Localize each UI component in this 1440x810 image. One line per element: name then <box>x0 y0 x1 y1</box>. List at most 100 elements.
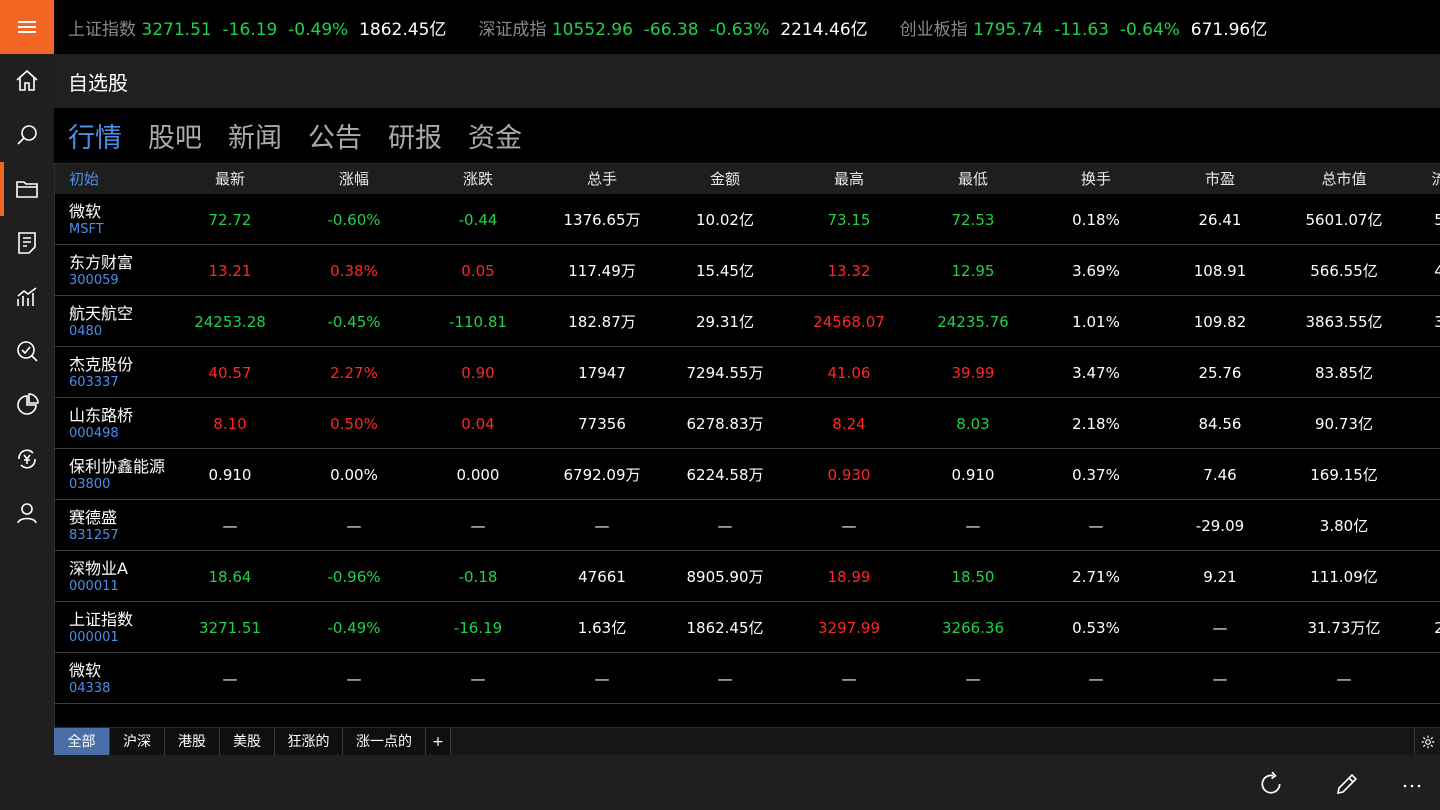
home-icon <box>16 69 38 91</box>
table-header: 初始 最新涨幅涨跌总手金额最高最低换手市盈总市值流 <box>55 164 1440 194</box>
cell-5: 13.32 <box>827 262 871 280</box>
ticker-cyb[interactable]: 创业板指 1795.74 -11.63 -0.64% 671.96亿 <box>900 15 1268 40</box>
group-tab[interactable]: 港股 <box>165 728 220 756</box>
tab-announcements[interactable]: 公告 <box>308 116 362 155</box>
content-tabs: 行情 股吧 新闻 公告 研报 资金 <box>54 108 1440 162</box>
table-row[interactable]: 山东路桥 000498 8.10 0.50% 0.04 77356 6278.83万 8.24… <box>55 399 1440 449</box>
cell-7: 1.01% <box>1072 313 1120 331</box>
table-row[interactable]: 微软 04338 — — — — — — — — — — <box>55 654 1440 704</box>
account-button[interactable] <box>0 486 54 540</box>
watchlist-button[interactable] <box>0 162 54 216</box>
market-button[interactable] <box>0 270 54 324</box>
group-tab[interactable]: 涨一点的 <box>343 728 426 756</box>
pencil-icon <box>1336 773 1358 795</box>
group-tab[interactable]: 全部 <box>54 728 110 756</box>
column-header-sort[interactable]: 初始 <box>69 164 99 194</box>
stock-name: 深物业A <box>69 559 128 578</box>
table-row[interactable]: 微软 MSFT 72.72 -0.60% -0.44 1376.65万 10.02亿 73.1… <box>55 195 1440 245</box>
portfolio-button[interactable] <box>0 378 54 432</box>
cell-10 <box>1384 348 1440 398</box>
tab-research[interactable]: 研报 <box>388 116 442 155</box>
group-tab[interactable]: 沪深 <box>110 728 165 756</box>
cell-3: 6792.09万 <box>563 466 641 484</box>
stock-code: 000498 <box>69 426 119 441</box>
stock-name-cell: 东方财富 300059 <box>69 253 133 289</box>
column-header[interactable]: 涨跌 <box>423 164 533 194</box>
cell-5: 3297.99 <box>817 619 881 637</box>
stock-name: 山东路桥 <box>69 406 134 425</box>
refresh-button[interactable] <box>1251 764 1291 804</box>
column-header[interactable]: 金额 <box>670 164 780 194</box>
hamburger-menu-button[interactable] <box>0 0 54 54</box>
column-header[interactable]: 总手 <box>547 164 657 194</box>
cell-3: 117.49万 <box>568 262 636 280</box>
cell-0: — <box>222 670 238 688</box>
table-row[interactable]: 赛德盛 831257 — — — — — — — — -29.09 3.80亿 <box>55 501 1440 551</box>
stock-name-cell: 深物业A 000011 <box>69 559 128 595</box>
index-ticker: 上证指数 3271.51 -16.19 -0.49% 1862.45亿 深证成指… <box>54 0 1440 54</box>
column-header[interactable]: 最新 <box>175 164 285 194</box>
cell-4: 1862.45亿 <box>686 619 764 637</box>
column-header[interactable]: 总市值 <box>1289 164 1399 194</box>
cell-5: 0.930 <box>827 466 871 484</box>
column-header[interactable]: 最低 <box>918 164 1028 194</box>
group-settings-button[interactable] <box>1414 728 1440 756</box>
cell-2: — <box>470 670 486 688</box>
stock-name-cell: 山东路桥 000498 <box>69 406 133 442</box>
tab-capital[interactable]: 资金 <box>468 116 522 155</box>
search-button[interactable] <box>0 108 54 162</box>
document-icon <box>18 232 36 254</box>
column-header[interactable]: 流 <box>1384 164 1440 194</box>
cell-8: 84.56 <box>1198 415 1242 433</box>
table-row[interactable]: 杰克股份 603337 40.57 2.27% 0.90 17947 7294.55万 41.… <box>55 348 1440 398</box>
cell-5: — <box>841 517 857 535</box>
table-row[interactable]: 东方财富 300059 13.21 0.38% 0.05 117.49万 15.45亿 13.… <box>55 246 1440 296</box>
cell-4: 6278.83万 <box>686 415 764 433</box>
fund-button[interactable] <box>0 432 54 486</box>
ticker-pct: -0.63% <box>709 19 770 40</box>
edit-button[interactable] <box>1327 764 1367 804</box>
column-header[interactable]: 市盈 <box>1165 164 1275 194</box>
tab-forum[interactable]: 股吧 <box>148 116 202 155</box>
cell-7: 2.71% <box>1072 568 1120 586</box>
table-row[interactable]: 上证指数 000001 3271.51 -0.49% -16.19 1.63亿 1862.4… <box>55 603 1440 653</box>
refresh-icon <box>1261 771 1281 794</box>
cell-9: 83.85亿 <box>1315 364 1373 382</box>
more-button[interactable] <box>1392 764 1432 804</box>
stock-name-cell: 保利协鑫能源 03800 <box>69 457 165 493</box>
column-header[interactable]: 最高 <box>794 164 904 194</box>
notes-button[interactable] <box>0 216 54 270</box>
tab-quotes[interactable]: 行情 <box>68 116 122 155</box>
cell-2: 0.90 <box>461 364 495 382</box>
group-tab[interactable]: 美股 <box>220 728 275 756</box>
cell-2: -0.18 <box>458 568 498 586</box>
cell-8: -29.09 <box>1195 517 1245 535</box>
cell-4: 15.45亿 <box>696 262 754 280</box>
ticker-change: -16.19 <box>222 19 278 40</box>
analysis-button[interactable] <box>0 324 54 378</box>
cell-1: -0.60% <box>327 211 381 229</box>
cell-6: 3266.36 <box>941 619 1005 637</box>
tab-news[interactable]: 新闻 <box>228 116 282 155</box>
home-button[interactable] <box>0 54 54 108</box>
group-tab[interactable]: 狂涨的 <box>275 728 343 756</box>
cell-2: -110.81 <box>449 313 507 331</box>
cell-9: 5601.07亿 <box>1305 211 1383 229</box>
ticker-value: 3271.51 <box>141 19 212 40</box>
cell-7: 0.53% <box>1072 619 1120 637</box>
ticker-name: 上证指数 <box>68 19 136 40</box>
add-group-button[interactable]: + <box>426 728 451 756</box>
table-row[interactable]: 深物业A 000011 18.64 -0.96% -0.18 47661 8905.90万 1… <box>55 552 1440 602</box>
table-row[interactable]: 保利协鑫能源 03800 0.910 0.00% 0.000 6792.09万 6224.5… <box>55 450 1440 500</box>
column-header[interactable]: 换手 <box>1041 164 1151 194</box>
ticker-sh[interactable]: 上证指数 3271.51 -16.19 -0.49% 1862.45亿 <box>68 15 446 40</box>
table-row[interactable]: 航天航空 0480 24253.28 -0.45% -110.81 182.87万 29.3… <box>55 297 1440 347</box>
column-header[interactable]: 涨幅 <box>299 164 409 194</box>
ticker-sz[interactable]: 深证成指 10552.96 -66.38 -0.63% 2214.46亿 <box>478 15 867 40</box>
cell-5: — <box>841 670 857 688</box>
cell-6: — <box>965 517 981 535</box>
cell-5: 18.99 <box>827 568 871 586</box>
stock-code: 0480 <box>69 324 103 339</box>
cell-10 <box>1384 501 1440 551</box>
ticker-name: 深证成指 <box>478 19 547 40</box>
